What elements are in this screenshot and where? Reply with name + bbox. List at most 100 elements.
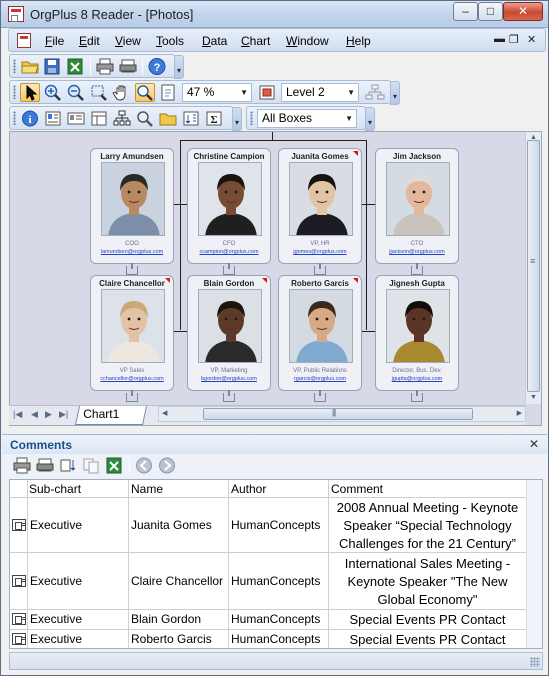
print-preview-icon[interactable]	[118, 57, 138, 76]
save-icon[interactable]	[42, 57, 62, 76]
document-icon[interactable]	[17, 33, 31, 48]
scroll-left-icon[interactable]: ◀	[162, 409, 167, 417]
toolbar-overflow-button[interactable]: ▾	[232, 107, 242, 131]
open-folder-icon[interactable]	[20, 57, 40, 76]
expand-subordinates-icon[interactable]	[126, 390, 138, 402]
resize-grip-icon[interactable]	[530, 657, 540, 667]
chart-horizontal-scrollbar[interactable]: ◀ ▶	[158, 406, 526, 422]
table-row[interactable]: Executive Roberto Garcis HumanConcepts S…	[10, 630, 542, 648]
page-view-icon[interactable]	[158, 83, 178, 102]
table-row[interactable]: Executive Blain Gordon HumanConcepts Spe…	[10, 610, 542, 630]
org-box[interactable]: Christine Campion CFO ccampion@orgplus.com	[187, 148, 271, 264]
sort-icon[interactable]	[181, 109, 201, 128]
org-box[interactable]: Roberto Garcis VP, Public Relations rgarci…	[278, 275, 362, 391]
mdi-minimize-icon[interactable]: ▬	[494, 33, 505, 45]
close-button[interactable]: ✕	[503, 2, 543, 21]
expand-subordinates-icon[interactable]	[223, 390, 235, 402]
contact-card-icon[interactable]	[66, 109, 86, 128]
close-icon[interactable]: ✕	[529, 437, 539, 451]
last-sheet-icon[interactable]: ▶|	[59, 409, 68, 420]
box-filter-select[interactable]: All Boxes ▼	[257, 109, 357, 128]
toolbar-grip[interactable]	[13, 85, 16, 99]
zoom-level-select[interactable]: 47 % ▼	[182, 83, 252, 102]
column-header-name[interactable]: Name	[131, 482, 163, 496]
forward-arrow-icon[interactable]	[157, 456, 177, 475]
column-header-comment[interactable]: Comment	[331, 482, 383, 496]
mdi-restore-icon[interactable]: ❐	[509, 33, 519, 46]
expand-subordinates-icon[interactable]	[411, 263, 423, 275]
org-box-email-link[interactable]: jgomes@orgplus.com	[279, 249, 361, 255]
level-select[interactable]: Level 2 ▼	[281, 83, 359, 102]
menu-edit[interactable]: Edit	[79, 34, 100, 48]
chart-vertical-scrollbar[interactable]: ▲ ▼	[525, 132, 541, 404]
zoom-area-icon[interactable]	[89, 83, 109, 102]
org-box-email-link[interactable]: rgarcis@orgplus.com	[279, 376, 361, 382]
tree-layout-icon[interactable]	[112, 109, 132, 128]
menu-data[interactable]: Data	[202, 34, 227, 48]
box-fields-icon[interactable]	[43, 109, 63, 128]
zoom-fit-button[interactable]	[135, 83, 155, 102]
info-icon[interactable]: i	[20, 109, 40, 128]
mdi-close-icon[interactable]: ✕	[527, 33, 536, 46]
toolbar-grip[interactable]	[13, 111, 16, 125]
print-icon[interactable]	[95, 57, 115, 76]
table-row[interactable]: Executive Claire Chancellor HumanConcept…	[10, 553, 542, 610]
select-pointer-button[interactable]	[20, 83, 40, 102]
menu-tools[interactable]: Tools	[156, 34, 184, 48]
org-box[interactable]: Juanita Gomes VP, HR jgomes@orgplus.com	[278, 148, 362, 264]
maximize-button[interactable]: □	[478, 2, 503, 21]
help-icon[interactable]: ?	[147, 57, 167, 76]
menu-chart[interactable]: Chart	[241, 34, 270, 48]
back-arrow-icon[interactable]	[134, 456, 154, 475]
excel-export-icon[interactable]	[65, 57, 85, 76]
menu-view[interactable]: View	[115, 34, 141, 48]
scroll-right-icon[interactable]: ▶	[517, 409, 522, 417]
next-sheet-icon[interactable]: ▶	[45, 409, 52, 420]
column-header-subchart[interactable]: Sub-chart	[29, 482, 81, 496]
minimize-button[interactable]: –	[453, 2, 478, 21]
scroll-down-icon[interactable]: ▼	[530, 394, 537, 401]
layout-icon[interactable]	[89, 109, 109, 128]
menu-file[interactable]: File	[45, 34, 64, 48]
expand-subordinates-icon[interactable]	[314, 263, 326, 275]
level-view-icon[interactable]	[257, 83, 277, 102]
zoom-in-icon[interactable]	[43, 83, 63, 102]
prev-sheet-icon[interactable]: ◀	[31, 409, 38, 420]
folder-icon[interactable]	[158, 109, 178, 128]
org-box-email-link[interactable]: jjackson@orgplus.com	[376, 249, 458, 255]
expand-subordinates-icon[interactable]	[223, 263, 235, 275]
scroll-thumb[interactable]	[527, 140, 540, 392]
org-box[interactable]: Blain Gordon VP, Marketing bgordon@orgplus…	[187, 275, 271, 391]
expand-subordinates-icon[interactable]	[126, 263, 138, 275]
org-box[interactable]: Jignesh Gupta Director, Bus. Dev. jgupta@o…	[375, 275, 459, 391]
org-box[interactable]: Jim Jackson CTO jjackson@orgplus.com	[375, 148, 459, 264]
toolbar-grip[interactable]	[13, 59, 16, 73]
first-sheet-icon[interactable]: |◀	[13, 409, 22, 420]
expand-subordinates-icon[interactable]	[411, 390, 423, 402]
sum-icon[interactable]: Σ	[204, 109, 224, 128]
toolbar-overflow-button[interactable]: ▾	[365, 107, 375, 131]
org-box-email-link[interactable]: bgordon@orgplus.com	[188, 376, 270, 382]
search-icon[interactable]	[135, 109, 155, 128]
toolbar-overflow-button[interactable]: ▾	[174, 55, 184, 79]
org-box-email-link[interactable]: lamundsen@orgplus.com	[91, 249, 173, 255]
org-box-email-link[interactable]: cchancellor@orgplus.com	[91, 376, 173, 382]
tab-chart1[interactable]: Chart1	[75, 406, 148, 425]
table-row[interactable]: Executive Juanita Gomes HumanConcepts 20…	[10, 498, 542, 553]
org-box[interactable]: Larry Amundsen COO lamundsen@orgplus.com	[90, 148, 174, 264]
print-icon[interactable]	[12, 456, 32, 475]
zoom-out-icon[interactable]	[66, 83, 86, 102]
org-box[interactable]: Claire Chancellor VP Sales cchancellor@org…	[90, 275, 174, 391]
org-box-email-link[interactable]: ccampion@orgplus.com	[188, 249, 270, 255]
org-structure-icon[interactable]	[365, 83, 385, 102]
toolbar-grip[interactable]	[250, 111, 253, 125]
org-box-email-link[interactable]: jgupta@orgplus.com	[376, 376, 458, 382]
sort-comments-icon[interactable]	[58, 456, 78, 475]
column-header-author[interactable]: Author	[231, 482, 266, 496]
pan-hand-icon[interactable]	[112, 83, 132, 102]
toolbar-overflow-button[interactable]: ▾	[390, 81, 400, 105]
menu-window[interactable]: Window	[286, 34, 329, 48]
grid-vertical-scrollbar[interactable]	[526, 480, 542, 648]
print-preview-icon[interactable]	[35, 456, 55, 475]
excel-export-icon[interactable]	[104, 456, 124, 475]
